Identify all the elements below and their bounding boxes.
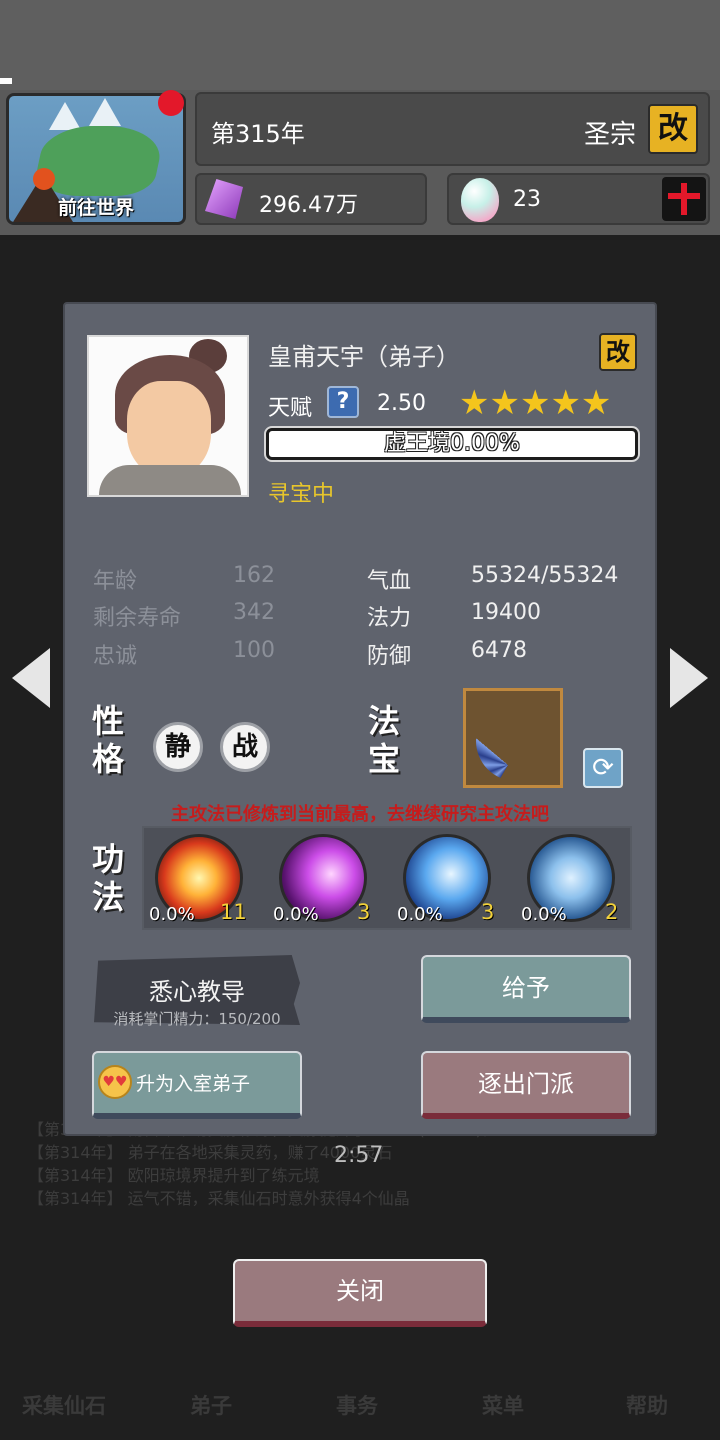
rename-sect-button[interactable]: 改 — [648, 104, 698, 154]
refresh-treasure-button[interactable]: ⟳ — [583, 748, 623, 788]
lava-icon — [33, 168, 55, 190]
rename-disciple-button[interactable]: 改 — [599, 333, 637, 371]
warning-text: 主攻法已修炼到当前最高，去继续研究主攻法吧 — [171, 804, 549, 825]
disciple-name: 皇甫天宇（弟子） — [268, 343, 460, 371]
sect-name: 圣宗 — [583, 120, 636, 150]
stat-label-lifespan: 剩余寿命 — [93, 606, 182, 631]
skill-progress: 0.0% — [521, 904, 567, 925]
talent-help-button[interactable]: ? — [327, 386, 359, 418]
skill-progress: 0.0% — [273, 904, 319, 925]
talent-value: 2.50 — [377, 391, 426, 416]
treasure-title: 法宝 — [367, 702, 400, 778]
give-button[interactable]: 给予 — [421, 955, 631, 1023]
stat-label-age: 年龄 — [93, 569, 138, 594]
stat-value-mana: 19400 — [471, 600, 541, 625]
log-line: 【第314年】 运气不错，采集仙石时意外获得4个仙晶 — [28, 1189, 410, 1208]
teach-cost: 消耗掌门精力：150/200 — [113, 1010, 281, 1028]
treasure-slot[interactable] — [463, 688, 563, 788]
gem-egg-icon — [461, 178, 499, 222]
go-to-world-button[interactable]: 前往世界 — [6, 93, 186, 225]
year-panel: 第315年 圣宗 改 — [195, 92, 710, 166]
timer: 2:57 — [334, 1143, 384, 1168]
heart-eyes-icon: ♥♥ — [98, 1065, 132, 1099]
close-button[interactable]: 关闭 — [233, 1259, 487, 1327]
disciple-portrait — [87, 335, 249, 497]
gem-counter: 23 — [447, 173, 710, 225]
stat-label-defense: 防御 — [367, 644, 412, 669]
robe — [99, 465, 241, 495]
trait-badge[interactable]: 战 — [220, 722, 270, 772]
skill-progress: 0.0% — [397, 904, 443, 925]
mountain-icon — [49, 102, 81, 130]
status-text: 寻宝中 — [268, 482, 335, 507]
face — [127, 381, 211, 477]
stat-value-age: 162 — [233, 563, 275, 588]
nav-affairs[interactable]: 事务 — [336, 1390, 378, 1420]
gem-value: 23 — [513, 187, 541, 212]
spirit-crystal-icon — [205, 179, 243, 219]
realm-text: 虚王境0.00% — [384, 431, 520, 456]
spirit-stone-value: 296.47万 — [259, 193, 358, 218]
stat-label-loyalty: 忠诚 — [93, 644, 138, 669]
star-rating: ★★★★★ — [459, 383, 612, 423]
skills-title: 功法 — [91, 840, 124, 916]
nav-gather[interactable]: 采集仙石 — [22, 1390, 106, 1420]
stat-value-defense: 6478 — [471, 638, 527, 663]
trait-badge[interactable]: 静 — [153, 722, 203, 772]
status-indicator — [0, 78, 12, 84]
stat-value-lifespan: 342 — [233, 600, 275, 625]
status-bar — [0, 0, 720, 90]
mountain-icon — [89, 98, 121, 126]
skill-level: 3 — [481, 900, 495, 924]
fan-icon — [476, 701, 556, 781]
next-arrow-icon[interactable] — [670, 648, 708, 708]
promote-label: 升为入室弟子 — [136, 1073, 251, 1095]
stat-label-mana: 法力 — [367, 606, 412, 631]
nav-disciples[interactable]: 弟子 — [190, 1390, 232, 1420]
talent-label: 天赋 — [268, 396, 313, 421]
nav-menu[interactable]: 菜单 — [482, 1390, 524, 1420]
skill-level: 2 — [605, 900, 619, 924]
skill-progress: 0.0% — [149, 904, 195, 925]
promote-button[interactable]: ♥♥ 升为入室弟子 — [92, 1051, 302, 1119]
stat-value-hp: 55324/55324 — [471, 563, 619, 588]
skill-level: 3 — [357, 900, 371, 924]
notification-dot — [158, 90, 184, 116]
nav-help[interactable]: 帮助 — [626, 1390, 668, 1420]
personality-title: 性格 — [91, 702, 124, 778]
skill-level: 11 — [220, 900, 247, 924]
previous-arrow-icon[interactable] — [12, 648, 50, 708]
expel-button[interactable]: 逐出门派 — [421, 1051, 631, 1119]
go-to-world-label: 前往世界 — [57, 197, 134, 219]
year-text: 第315年 — [211, 120, 305, 148]
stat-value-loyalty: 100 — [233, 638, 275, 663]
teach-label: 悉心教导 — [149, 978, 245, 1006]
stat-label-hp: 气血 — [367, 569, 412, 594]
add-gem-button[interactable] — [662, 177, 706, 221]
realm-progress-bar: 虚王境0.00% — [266, 428, 638, 460]
spirit-stone-counter: 296.47万 — [195, 173, 427, 225]
